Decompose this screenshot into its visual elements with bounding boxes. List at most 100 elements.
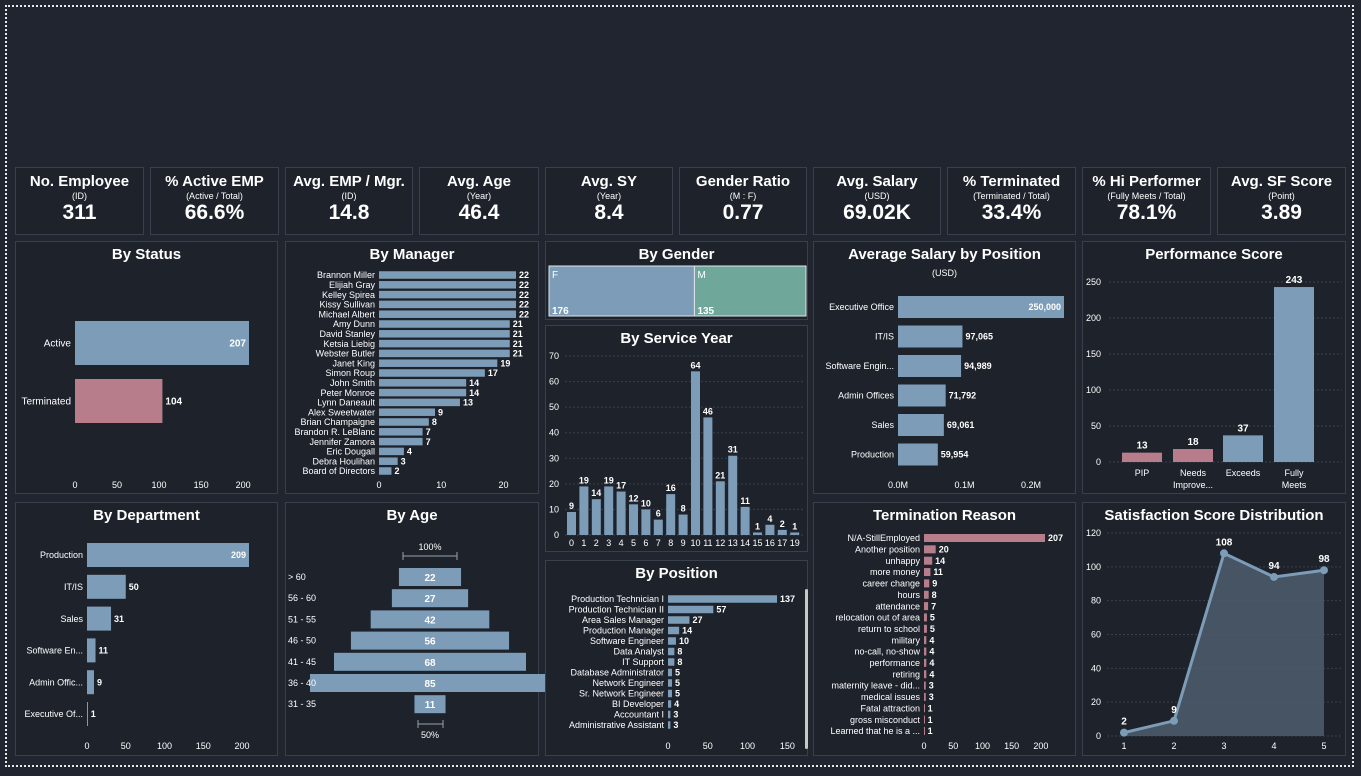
data-label: 64 (690, 360, 700, 370)
x-tick-label: 100 (152, 480, 167, 490)
data-label: 14 (469, 388, 479, 398)
category-label: return to school (858, 624, 920, 634)
data-label: 4 (929, 647, 934, 657)
bar (87, 606, 112, 631)
kpi-card[interactable]: % Terminated (Terminated / Total) 33.4% (947, 167, 1076, 235)
category-label: Sales (871, 420, 894, 430)
kpi-card[interactable]: % Active EMP (Active / Total) 66.6% (150, 167, 279, 235)
x-tick-label: 150 (196, 741, 211, 751)
data-label: 9 (438, 407, 443, 417)
gender-panel[interactable]: By Gender F 176 M 135 (545, 241, 808, 320)
status-panel[interactable]: By Status Active 207 Terminated 104 0 50 100 15… (15, 241, 278, 494)
kpi-title: Gender Ratio (695, 173, 791, 190)
data-label: 4 (929, 658, 934, 668)
category-label: Accountant I (614, 710, 664, 720)
age-panel[interactable]: By Age 100% 22 > 60 27 56 - 60 42 51 - 55 56 46 … (285, 502, 550, 756)
bar (379, 437, 423, 446)
data-label: 8 (677, 647, 682, 657)
x-tick-label: 100 (740, 741, 755, 751)
bar (924, 556, 933, 565)
bar (668, 721, 671, 729)
bar (379, 310, 516, 318)
satisfaction-panel[interactable]: Satisfaction Score Distribution 0 20 40 60 8… (1082, 502, 1346, 756)
manager-panel[interactable]: By Manager Brannon Miller 22 Elijiah Gray 2… (285, 241, 539, 494)
kpi-subtitle: (Point) (1268, 191, 1295, 201)
category-label: Software Engin... (825, 361, 894, 371)
bar (924, 534, 1045, 542)
category-label: Alex Sweetwater (308, 407, 375, 417)
data-label: 1 (755, 521, 760, 531)
kpi-card[interactable]: Avg. Age (Year) 46.4 (419, 167, 539, 235)
data-label: 68 (424, 658, 436, 669)
x-tick-label: 0.1M (954, 480, 974, 490)
x-tick-label: 200 (236, 480, 251, 490)
x-tick-label: 4 (1271, 741, 1276, 751)
kpi-subtitle: (ID) (341, 191, 357, 201)
y-tick-label: 80 (1091, 596, 1101, 606)
position-panel[interactable]: By Position Production Technician I 137 Pr… (545, 560, 808, 756)
bar (379, 457, 398, 465)
category-label: Lynn Daneault (317, 398, 375, 408)
data-point (1320, 566, 1328, 575)
bar (765, 524, 775, 535)
bar (87, 543, 249, 567)
category-label: 46 - 50 (288, 636, 316, 646)
kpi-card[interactable]: Avg. EMP / Mgr. (ID) 14.8 (285, 167, 413, 235)
x-tick-label: 7 (656, 538, 661, 548)
data-point (1220, 549, 1228, 558)
y-tick-label: 0 (1096, 731, 1101, 741)
x-tick-label: 100 (157, 741, 172, 751)
termination-panel[interactable]: Termination Reason N/A-StillEmployed 207 A… (813, 502, 1076, 756)
funnel-top-label: 100% (418, 542, 441, 552)
kpi-card[interactable]: No. Employee (ID) 311 (15, 167, 144, 235)
data-label: 13 (463, 398, 473, 408)
category-label: > 60 (288, 572, 306, 582)
kpi-card[interactable]: Avg. SY (Year) 8.4 (545, 167, 673, 235)
data-label: 31 (728, 445, 738, 455)
kpi-subtitle: (Terminated / Total) (973, 191, 1050, 201)
category-label: Webster Butler (316, 349, 375, 359)
bar (924, 624, 927, 633)
bar (740, 506, 750, 535)
data-label: 57 (716, 605, 726, 615)
x-tick-label-line: Meets (1282, 480, 1307, 490)
bar (379, 290, 516, 299)
bar (703, 417, 713, 535)
termination-chart: N/A-StillEmployed 207 Another position 20 un… (830, 533, 1063, 751)
data-label: 3 (401, 456, 406, 466)
data-label: 11 (99, 646, 109, 656)
bar (924, 681, 926, 690)
salary-panel[interactable]: Average Salary by Position (USD) Executi… (813, 241, 1076, 494)
x-tick-label-line: Needs (1180, 468, 1207, 478)
performance-panel[interactable]: Performance Score 0 50 100 150 200 250 13 18 37 2… (1082, 241, 1346, 494)
kpi-card[interactable]: Gender Ratio (M : F) 0.77 (679, 167, 807, 235)
category-label: Production Technician I (571, 594, 664, 604)
bar (653, 519, 663, 535)
category-label: Michael Albert (318, 309, 375, 319)
department-panel[interactable]: By Department Production 209 IT/IS 50 Sales 3… (15, 502, 278, 756)
data-label: 13 (1136, 441, 1148, 452)
kpi-card[interactable]: % Hi Performer (Fully Meets / Total) 78.1% (1082, 167, 1211, 235)
category-label: Sr. Network Engineer (579, 689, 664, 699)
data-label: 5 (675, 668, 680, 678)
category-label: 31 - 35 (288, 699, 316, 709)
kpi-subtitle: (Year) (596, 191, 622, 201)
x-tick-label: 0.0M (888, 480, 908, 490)
bar (924, 670, 927, 679)
kpi-title: % Hi Performer (1092, 173, 1201, 190)
y-tick-label: 120 (1086, 528, 1101, 538)
y-tick-label: 30 (549, 453, 559, 463)
y-tick-label: 100 (1086, 562, 1101, 572)
department-chart: Production 209 IT/IS 50 Sales 31 Software En..… (24, 543, 250, 751)
data-label: 3 (673, 720, 678, 730)
x-tick-label-line: Fully (1284, 468, 1304, 478)
kpi-card[interactable]: Avg. SF Score (Point) 3.89 (1217, 167, 1346, 235)
y-tick-label: 40 (549, 428, 559, 438)
bar (591, 499, 601, 535)
kpi-value: 311 (62, 201, 97, 224)
position-scrollbar[interactable] (805, 589, 808, 749)
kpi-card[interactable]: Avg. Salary (USD) 69.02K (813, 167, 941, 235)
x-tick-label: 200 (235, 741, 250, 751)
bar (379, 428, 423, 436)
category-label: Production (851, 450, 894, 460)
